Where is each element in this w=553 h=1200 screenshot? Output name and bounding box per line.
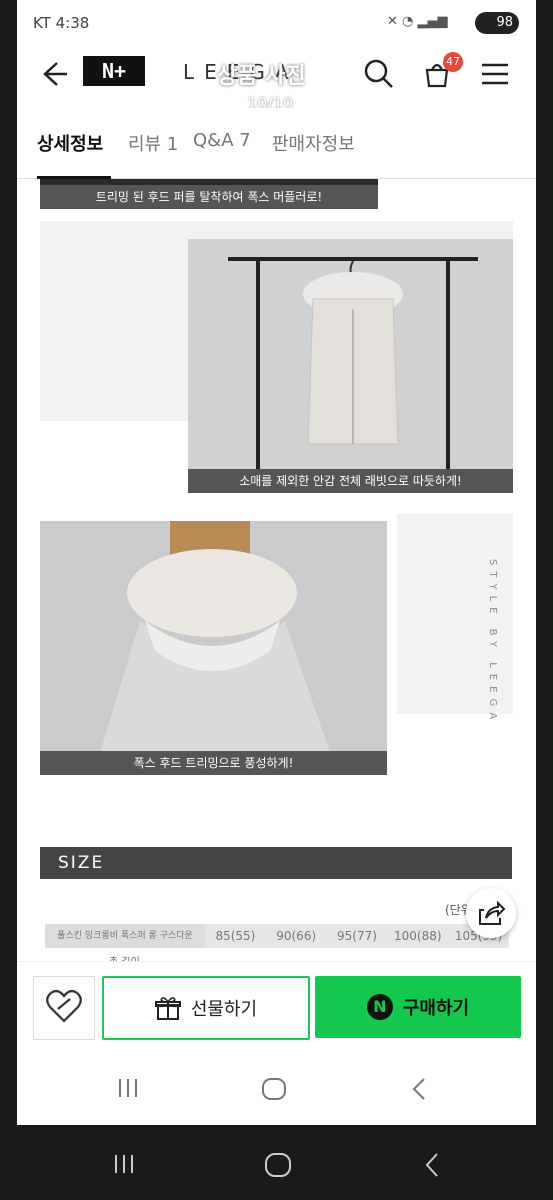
cart-count-badge: 47 xyxy=(443,52,463,72)
size-table-header: 풀스킨 밍크롱비 폭스퍼 롱 구스다운 85(55) 90(66) 95(77)… xyxy=(45,924,509,948)
app-header: N+ LEEGA 상품 사진 10/10 47 xyxy=(17,44,536,113)
product-detail-content: 트리밍 된 후드 퍼를 탈착하여 폭스 머플러로! 소매를 제외한 안감 전체 … xyxy=(17,179,536,961)
tab-qna[interactable]: Q&A 7 xyxy=(193,130,251,151)
mute-icon: ✕ xyxy=(387,14,398,29)
vest-photo[interactable] xyxy=(188,239,513,469)
inner-navigation-bar xyxy=(17,1051,536,1125)
share-button[interactable] xyxy=(466,888,516,938)
back-icon[interactable] xyxy=(409,1077,429,1101)
size-row-label: 총 길이 xyxy=(109,953,140,961)
hood-photo[interactable] xyxy=(40,521,387,753)
size-table-product-name: 풀스킨 밍크롱비 폭스퍼 롱 구스다운 xyxy=(45,924,205,948)
side-brand-text: STYLE BY LEEGA xyxy=(487,559,498,726)
tab-detail-info[interactable]: 상세정보 xyxy=(37,130,103,156)
vest-on-rack-image xyxy=(188,239,513,469)
tab-reviews[interactable]: 리뷰 1 xyxy=(128,130,178,156)
size-column: 100(88) xyxy=(394,929,442,943)
size-column: 95(77) xyxy=(337,929,377,943)
caption-rabbit-lining: 소매를 제외한 안감 전체 래빗으로 따듯하게! xyxy=(188,469,513,493)
gift-icon xyxy=(154,997,181,1020)
recent-apps-icon[interactable] xyxy=(116,1077,140,1099)
caption-fox-hood: 폭스 후드 트리밍으로 풍성하게! xyxy=(40,751,387,775)
buy-button[interactable]: N 구매하기 xyxy=(315,976,521,1038)
photo-viewer-title: 상품 사진 xyxy=(217,64,306,89)
size-section-title: SIZE xyxy=(40,847,512,879)
system-recent-apps-icon[interactable] xyxy=(112,1153,136,1175)
caption-fur-muffler: 트리밍 된 후드 퍼를 탈착하여 폭스 머플러로! xyxy=(40,185,378,209)
buy-button-label: 구매하기 xyxy=(402,998,470,1019)
status-bar: KT 4:38 ✕ ◔ ▂▄▆ 98 xyxy=(17,0,536,44)
search-icon[interactable] xyxy=(363,58,395,90)
gift-button-label: 선물하기 xyxy=(190,999,258,1020)
system-back-icon[interactable] xyxy=(422,1152,442,1178)
gift-button[interactable]: 선물하기 xyxy=(102,976,310,1040)
status-icons: ✕ ◔ ▂▄▆ xyxy=(387,14,448,29)
home-icon[interactable] xyxy=(261,1077,287,1101)
naver-plus-logo[interactable]: N+ xyxy=(83,56,145,86)
system-home-icon[interactable] xyxy=(264,1152,292,1178)
signal-icon: ▂▄▆ xyxy=(417,14,448,29)
battery-indicator: 98 xyxy=(475,12,519,34)
system-navigation-bar xyxy=(0,1125,553,1200)
heart-icon xyxy=(46,989,82,1023)
wishlist-button[interactable] xyxy=(33,976,95,1040)
status-carrier-time: KT 4:38 xyxy=(33,14,90,32)
back-arrow-icon[interactable] xyxy=(37,58,69,90)
phone-screen: KT 4:38 ✕ ◔ ▂▄▆ 98 N+ LEEGA 상품 사진 10/10 … xyxy=(17,0,536,1125)
product-tabs: 상세정보 리뷰 1 Q&A 7 판매자정보 xyxy=(17,108,536,179)
share-icon xyxy=(479,900,506,925)
purchase-bar: 선물하기 N 구매하기 xyxy=(17,961,536,1052)
size-column: 85(55) xyxy=(215,929,256,943)
tab-seller-info[interactable]: 판매자정보 xyxy=(272,130,355,156)
size-column: 90(66) xyxy=(276,929,317,943)
wifi-icon: ◔ xyxy=(402,14,414,29)
menu-icon[interactable] xyxy=(479,58,511,90)
naver-pay-icon: N xyxy=(366,994,393,1020)
fox-hood-image xyxy=(40,521,387,753)
